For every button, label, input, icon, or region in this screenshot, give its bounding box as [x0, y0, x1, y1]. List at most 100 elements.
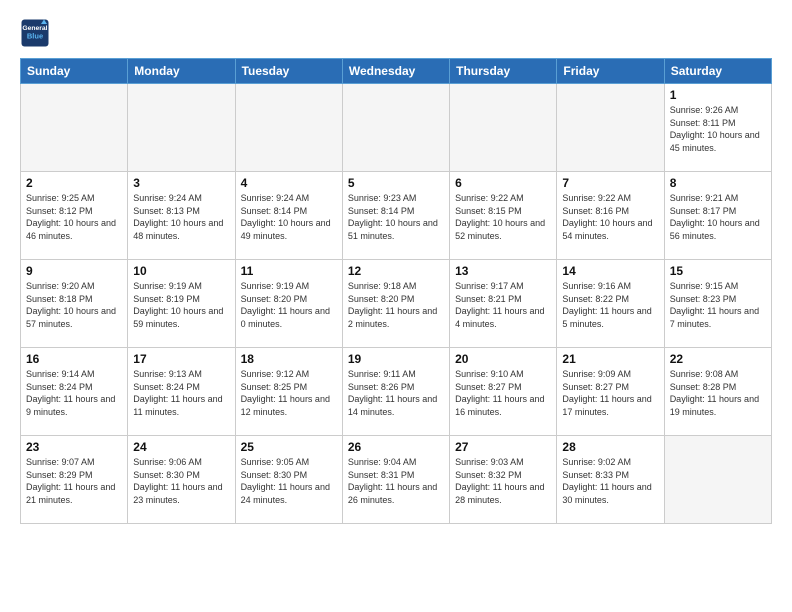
day-info: Sunrise: 9:26 AM Sunset: 8:11 PM Dayligh… — [670, 104, 766, 154]
day-number: 18 — [241, 352, 337, 366]
calendar-cell — [342, 84, 449, 172]
calendar-cell: 24 Sunrise: 9:06 AM Sunset: 8:30 PM Dayli… — [128, 436, 235, 524]
day-info: Sunrise: 9:03 AM Sunset: 8:32 PM Dayligh… — [455, 456, 551, 506]
day-info: Sunrise: 9:18 AM Sunset: 8:20 PM Dayligh… — [348, 280, 444, 330]
day-info: Sunrise: 9:25 AM Sunset: 8:12 PM Dayligh… — [26, 192, 122, 242]
calendar-cell: 25 Sunrise: 9:05 AM Sunset: 8:30 PM Dayli… — [235, 436, 342, 524]
day-info: Sunrise: 9:10 AM Sunset: 8:27 PM Dayligh… — [455, 368, 551, 418]
calendar-cell: 15Sunrise: 9:15 AM Sunset: 8:23 PM Dayli… — [664, 260, 771, 348]
day-info: Sunrise: 9:07 AM Sunset: 8:29 PM Dayligh… — [26, 456, 122, 506]
calendar-cell: 8 Sunrise: 9:21 AM Sunset: 8:17 PM Daylig… — [664, 172, 771, 260]
day-info: Sunrise: 9:12 AM Sunset: 8:25 PM Dayligh… — [241, 368, 337, 418]
calendar-cell: 2 Sunrise: 9:25 AM Sunset: 8:12 PM Daylig… — [21, 172, 128, 260]
weekday-header-friday: Friday — [557, 59, 664, 84]
day-number: 20 — [455, 352, 551, 366]
week-row-5: 23 Sunrise: 9:07 AM Sunset: 8:29 PM Dayli… — [21, 436, 772, 524]
calendar-cell — [235, 84, 342, 172]
calendar-cell: 20 Sunrise: 9:10 AM Sunset: 8:27 PM Dayli… — [450, 348, 557, 436]
day-number: 15 — [670, 264, 766, 278]
day-number: 28 — [562, 440, 658, 454]
day-number: 14 — [562, 264, 658, 278]
day-number: 17 — [133, 352, 229, 366]
calendar-cell: 19 Sunrise: 9:11 AM Sunset: 8:26 PM Dayli… — [342, 348, 449, 436]
week-row-4: 16 Sunrise: 9:14 AM Sunset: 8:24 PM Dayli… — [21, 348, 772, 436]
day-number: 25 — [241, 440, 337, 454]
calendar-cell: 27 Sunrise: 9:03 AM Sunset: 8:32 PM Dayli… — [450, 436, 557, 524]
calendar-cell: 13 Sunrise: 9:17 AM Sunset: 8:21 PM Dayli… — [450, 260, 557, 348]
day-number: 4 — [241, 176, 337, 190]
calendar-cell: 18 Sunrise: 9:12 AM Sunset: 8:25 PM Dayli… — [235, 348, 342, 436]
week-row-3: 9 Sunrise: 9:20 AM Sunset: 8:18 PM Daylig… — [21, 260, 772, 348]
day-number: 9 — [26, 264, 122, 278]
day-info: Sunrise: 9:02 AM Sunset: 8:33 PM Dayligh… — [562, 456, 658, 506]
weekday-header-tuesday: Tuesday — [235, 59, 342, 84]
day-number: 19 — [348, 352, 444, 366]
day-info: Sunrise: 9:06 AM Sunset: 8:30 PM Dayligh… — [133, 456, 229, 506]
day-number: 10 — [133, 264, 229, 278]
calendar-cell — [21, 84, 128, 172]
calendar-cell — [557, 84, 664, 172]
calendar-cell: 12 Sunrise: 9:18 AM Sunset: 8:20 PM Dayli… — [342, 260, 449, 348]
page: General Blue SundayMondayTuesdayWednesda… — [0, 0, 792, 534]
weekday-header-wednesday: Wednesday — [342, 59, 449, 84]
calendar-cell: 11 Sunrise: 9:19 AM Sunset: 8:20 PM Dayli… — [235, 260, 342, 348]
weekday-header-sunday: Sunday — [21, 59, 128, 84]
day-info: Sunrise: 9:24 AM Sunset: 8:14 PM Dayligh… — [241, 192, 337, 242]
calendar-cell: 1 Sunrise: 9:26 AM Sunset: 8:11 PM Daylig… — [664, 84, 771, 172]
calendar-cell: 21 Sunrise: 9:09 AM Sunset: 8:27 PM Dayli… — [557, 348, 664, 436]
calendar-cell: 23 Sunrise: 9:07 AM Sunset: 8:29 PM Dayli… — [21, 436, 128, 524]
day-number: 7 — [562, 176, 658, 190]
day-number: 27 — [455, 440, 551, 454]
day-info: Sunrise: 9:22 AM Sunset: 8:16 PM Dayligh… — [562, 192, 658, 242]
day-info: Sunrise: 9:20 AM Sunset: 8:18 PM Dayligh… — [26, 280, 122, 330]
day-number: 5 — [348, 176, 444, 190]
calendar-cell: 5Sunrise: 9:23 AM Sunset: 8:14 PM Daylig… — [342, 172, 449, 260]
day-info: Sunrise: 9:09 AM Sunset: 8:27 PM Dayligh… — [562, 368, 658, 418]
day-info: Sunrise: 9:17 AM Sunset: 8:21 PM Dayligh… — [455, 280, 551, 330]
calendar-cell: 17 Sunrise: 9:13 AM Sunset: 8:24 PM Dayli… — [128, 348, 235, 436]
day-info: Sunrise: 9:24 AM Sunset: 8:13 PM Dayligh… — [133, 192, 229, 242]
calendar-cell — [128, 84, 235, 172]
day-info: Sunrise: 9:14 AM Sunset: 8:24 PM Dayligh… — [26, 368, 122, 418]
calendar-cell: 7 Sunrise: 9:22 AM Sunset: 8:16 PM Daylig… — [557, 172, 664, 260]
day-number: 1 — [670, 88, 766, 102]
day-number: 13 — [455, 264, 551, 278]
day-info: Sunrise: 9:13 AM Sunset: 8:24 PM Dayligh… — [133, 368, 229, 418]
logo: General Blue — [20, 18, 50, 48]
day-number: 26 — [348, 440, 444, 454]
header: General Blue — [20, 18, 772, 48]
day-number: 16 — [26, 352, 122, 366]
day-info: Sunrise: 9:08 AM Sunset: 8:28 PM Dayligh… — [670, 368, 766, 418]
day-number: 24 — [133, 440, 229, 454]
day-info: Sunrise: 9:21 AM Sunset: 8:17 PM Dayligh… — [670, 192, 766, 242]
day-info: Sunrise: 9:11 AM Sunset: 8:26 PM Dayligh… — [348, 368, 444, 418]
day-number: 12 — [348, 264, 444, 278]
day-info: Sunrise: 9:16 AM Sunset: 8:22 PM Dayligh… — [562, 280, 658, 330]
day-number: 22 — [670, 352, 766, 366]
weekday-header-thursday: Thursday — [450, 59, 557, 84]
day-info: Sunrise: 9:19 AM Sunset: 8:19 PM Dayligh… — [133, 280, 229, 330]
calendar-cell: 16 Sunrise: 9:14 AM Sunset: 8:24 PM Dayli… — [21, 348, 128, 436]
day-number: 21 — [562, 352, 658, 366]
calendar-cell: 6Sunrise: 9:22 AM Sunset: 8:15 PM Daylig… — [450, 172, 557, 260]
weekday-header-saturday: Saturday — [664, 59, 771, 84]
day-number: 6 — [455, 176, 551, 190]
logo-icon: General Blue — [20, 18, 50, 48]
week-row-1: 1 Sunrise: 9:26 AM Sunset: 8:11 PM Daylig… — [21, 84, 772, 172]
calendar-cell — [664, 436, 771, 524]
weekday-header-row: SundayMondayTuesdayWednesdayThursdayFrid… — [21, 59, 772, 84]
day-number: 2 — [26, 176, 122, 190]
day-number: 3 — [133, 176, 229, 190]
calendar-cell: 4 Sunrise: 9:24 AM Sunset: 8:14 PM Daylig… — [235, 172, 342, 260]
day-number: 8 — [670, 176, 766, 190]
weekday-header-monday: Monday — [128, 59, 235, 84]
calendar-cell — [450, 84, 557, 172]
calendar-cell: 9 Sunrise: 9:20 AM Sunset: 8:18 PM Daylig… — [21, 260, 128, 348]
day-info: Sunrise: 9:19 AM Sunset: 8:20 PM Dayligh… — [241, 280, 337, 330]
calendar-cell: 26Sunrise: 9:04 AM Sunset: 8:31 PM Dayli… — [342, 436, 449, 524]
day-info: Sunrise: 9:05 AM Sunset: 8:30 PM Dayligh… — [241, 456, 337, 506]
svg-text:Blue: Blue — [27, 31, 43, 40]
day-number: 11 — [241, 264, 337, 278]
calendar-cell: 14 Sunrise: 9:16 AM Sunset: 8:22 PM Dayli… — [557, 260, 664, 348]
day-number: 23 — [26, 440, 122, 454]
